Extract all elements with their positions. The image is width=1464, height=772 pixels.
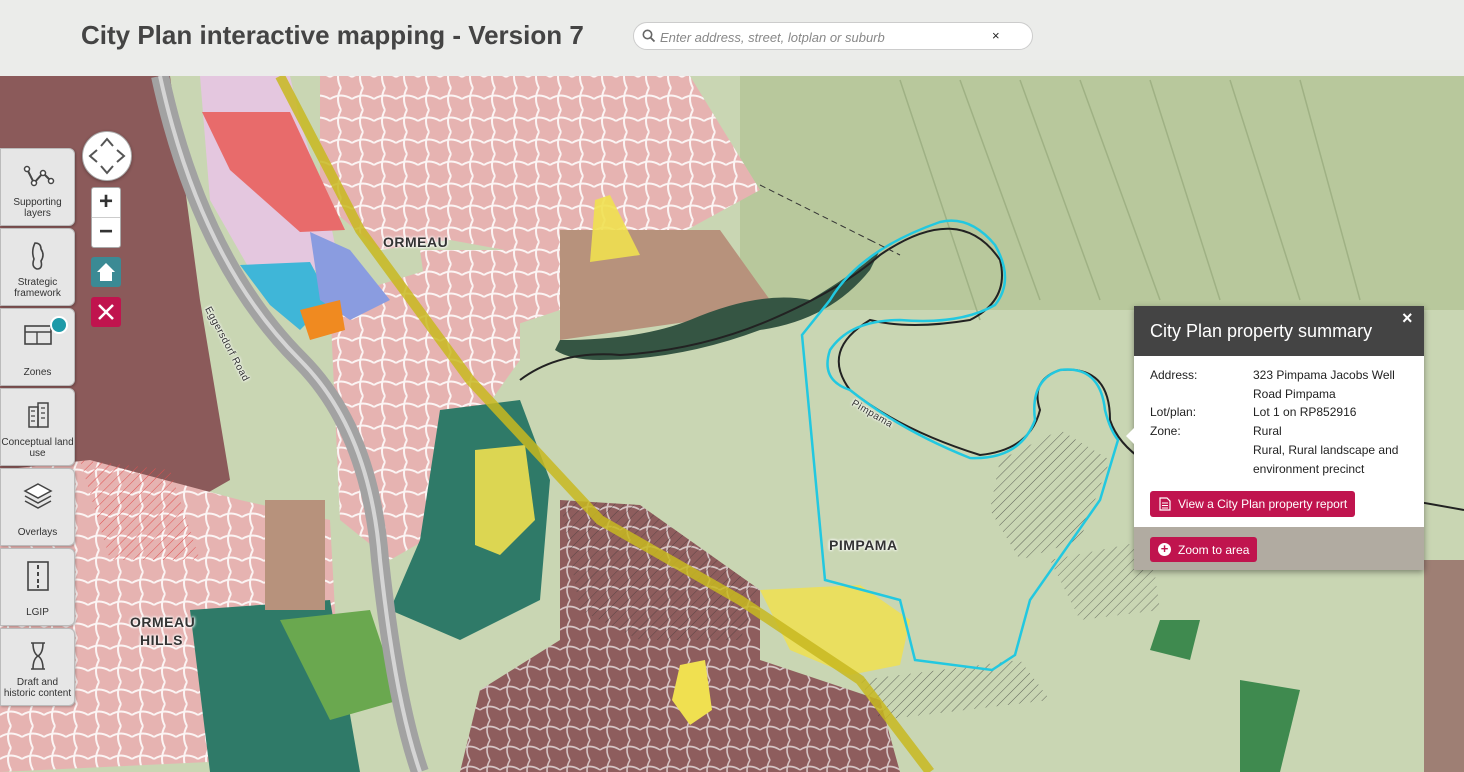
pan-control[interactable]: [82, 131, 132, 181]
sidebar-item-label: Draft and historic content: [3, 677, 72, 699]
close-icon: [98, 304, 114, 320]
lotplan-label: Lot/plan:: [1150, 405, 1197, 419]
sidebar-item-label: Zones: [23, 367, 52, 378]
popup-footer: + Zoom to area: [1134, 527, 1424, 570]
sidebar-item-draft-historic[interactable]: Draft and historic content: [0, 628, 75, 706]
pan-arrows-icon: [88, 137, 126, 175]
popup-close-button[interactable]: ×: [1402, 308, 1413, 329]
map-label-ormeau: ORMEAU: [383, 234, 449, 250]
farmland-north: [740, 60, 1464, 310]
search-input[interactable]: [658, 26, 992, 48]
strategic-framework-icon: [31, 242, 44, 270]
overlays-icon: [23, 483, 53, 509]
map-label-pimpama: PIMPAMA: [829, 537, 898, 553]
farmland-southeast: [1424, 560, 1464, 772]
sidebar-item-label: Conceptual land use: [1, 437, 74, 459]
lotplan-value: Lot 1 on RP852916: [1253, 405, 1357, 419]
zoom-in-button[interactable]: +: [92, 188, 120, 218]
sidebar-item-lgip[interactable]: LGIP: [0, 548, 75, 626]
address-value: 323 Pimpama Jacobs Well Road Pimpama: [1253, 368, 1395, 401]
report-button-label: View a City Plan property report: [1178, 497, 1348, 511]
sidebar-item-conceptual-land-use[interactable]: Conceptual land use: [0, 388, 75, 466]
home-icon: [97, 263, 115, 281]
popup-header: City Plan property summary ×: [1134, 306, 1424, 356]
clear-search-button[interactable]: ×: [992, 28, 1000, 43]
home-button[interactable]: [91, 257, 121, 287]
hourglass-icon: [31, 642, 45, 670]
search-box[interactable]: ×: [633, 22, 1033, 50]
sidebar-item-strategic-framework[interactable]: Strategic framework: [0, 228, 75, 306]
page-title: City Plan interactive mapping - Version …: [81, 20, 584, 50]
popup-title: City Plan property summary: [1150, 321, 1373, 341]
header-bar: City Plan interactive mapping - Version …: [0, 0, 1464, 76]
map-label-ormeau-hills-2: HILLS: [140, 632, 183, 648]
lgip-icon: [27, 561, 49, 591]
map-label-ormeau-hills: ORMEAU: [130, 614, 196, 630]
zone-label: Zone:: [1150, 424, 1181, 438]
zone-value: Rural: [1253, 424, 1282, 438]
sidebar-item-label: Supporting layers: [13, 197, 62, 219]
property-summary-popup: City Plan property summary × Address: 32…: [1126, 306, 1424, 570]
supporting-layers-icon: [23, 165, 55, 187]
clear-map-button[interactable]: [91, 297, 121, 327]
zoom-button-label: Zoom to area: [1178, 543, 1250, 557]
sidebar-item-label: Overlays: [17, 527, 58, 538]
sidebar-item-overlays[interactable]: Overlays: [0, 468, 75, 546]
zoom-out-button[interactable]: −: [92, 218, 120, 247]
sidebar-item-zones[interactable]: Zones: [0, 308, 75, 386]
zoom-to-area-button[interactable]: + Zoom to area: [1150, 537, 1257, 562]
view-property-report-button[interactable]: View a City Plan property report: [1150, 491, 1355, 517]
conceptual-land-use-icon: [28, 402, 49, 428]
sidebar-item-label: LGIP: [26, 607, 49, 618]
address-label: Address:: [1150, 368, 1198, 382]
document-icon: [1159, 497, 1171, 511]
popup-pointer: [1126, 428, 1134, 444]
plus-circle-icon: +: [1158, 542, 1171, 556]
sidebar-item-label: Strategic framework: [14, 277, 61, 299]
sidebar-item-supporting-layers[interactable]: Supporting layers: [0, 148, 75, 226]
active-badge: [50, 316, 68, 334]
zoom-control: + −: [91, 187, 121, 248]
sidebar: Supporting layers Strategic framework Zo…: [0, 148, 75, 708]
search-icon: [642, 29, 656, 43]
open-space-west: [265, 500, 325, 610]
zone-precinct-value: Rural, Rural landscape and environment p…: [1253, 443, 1399, 476]
